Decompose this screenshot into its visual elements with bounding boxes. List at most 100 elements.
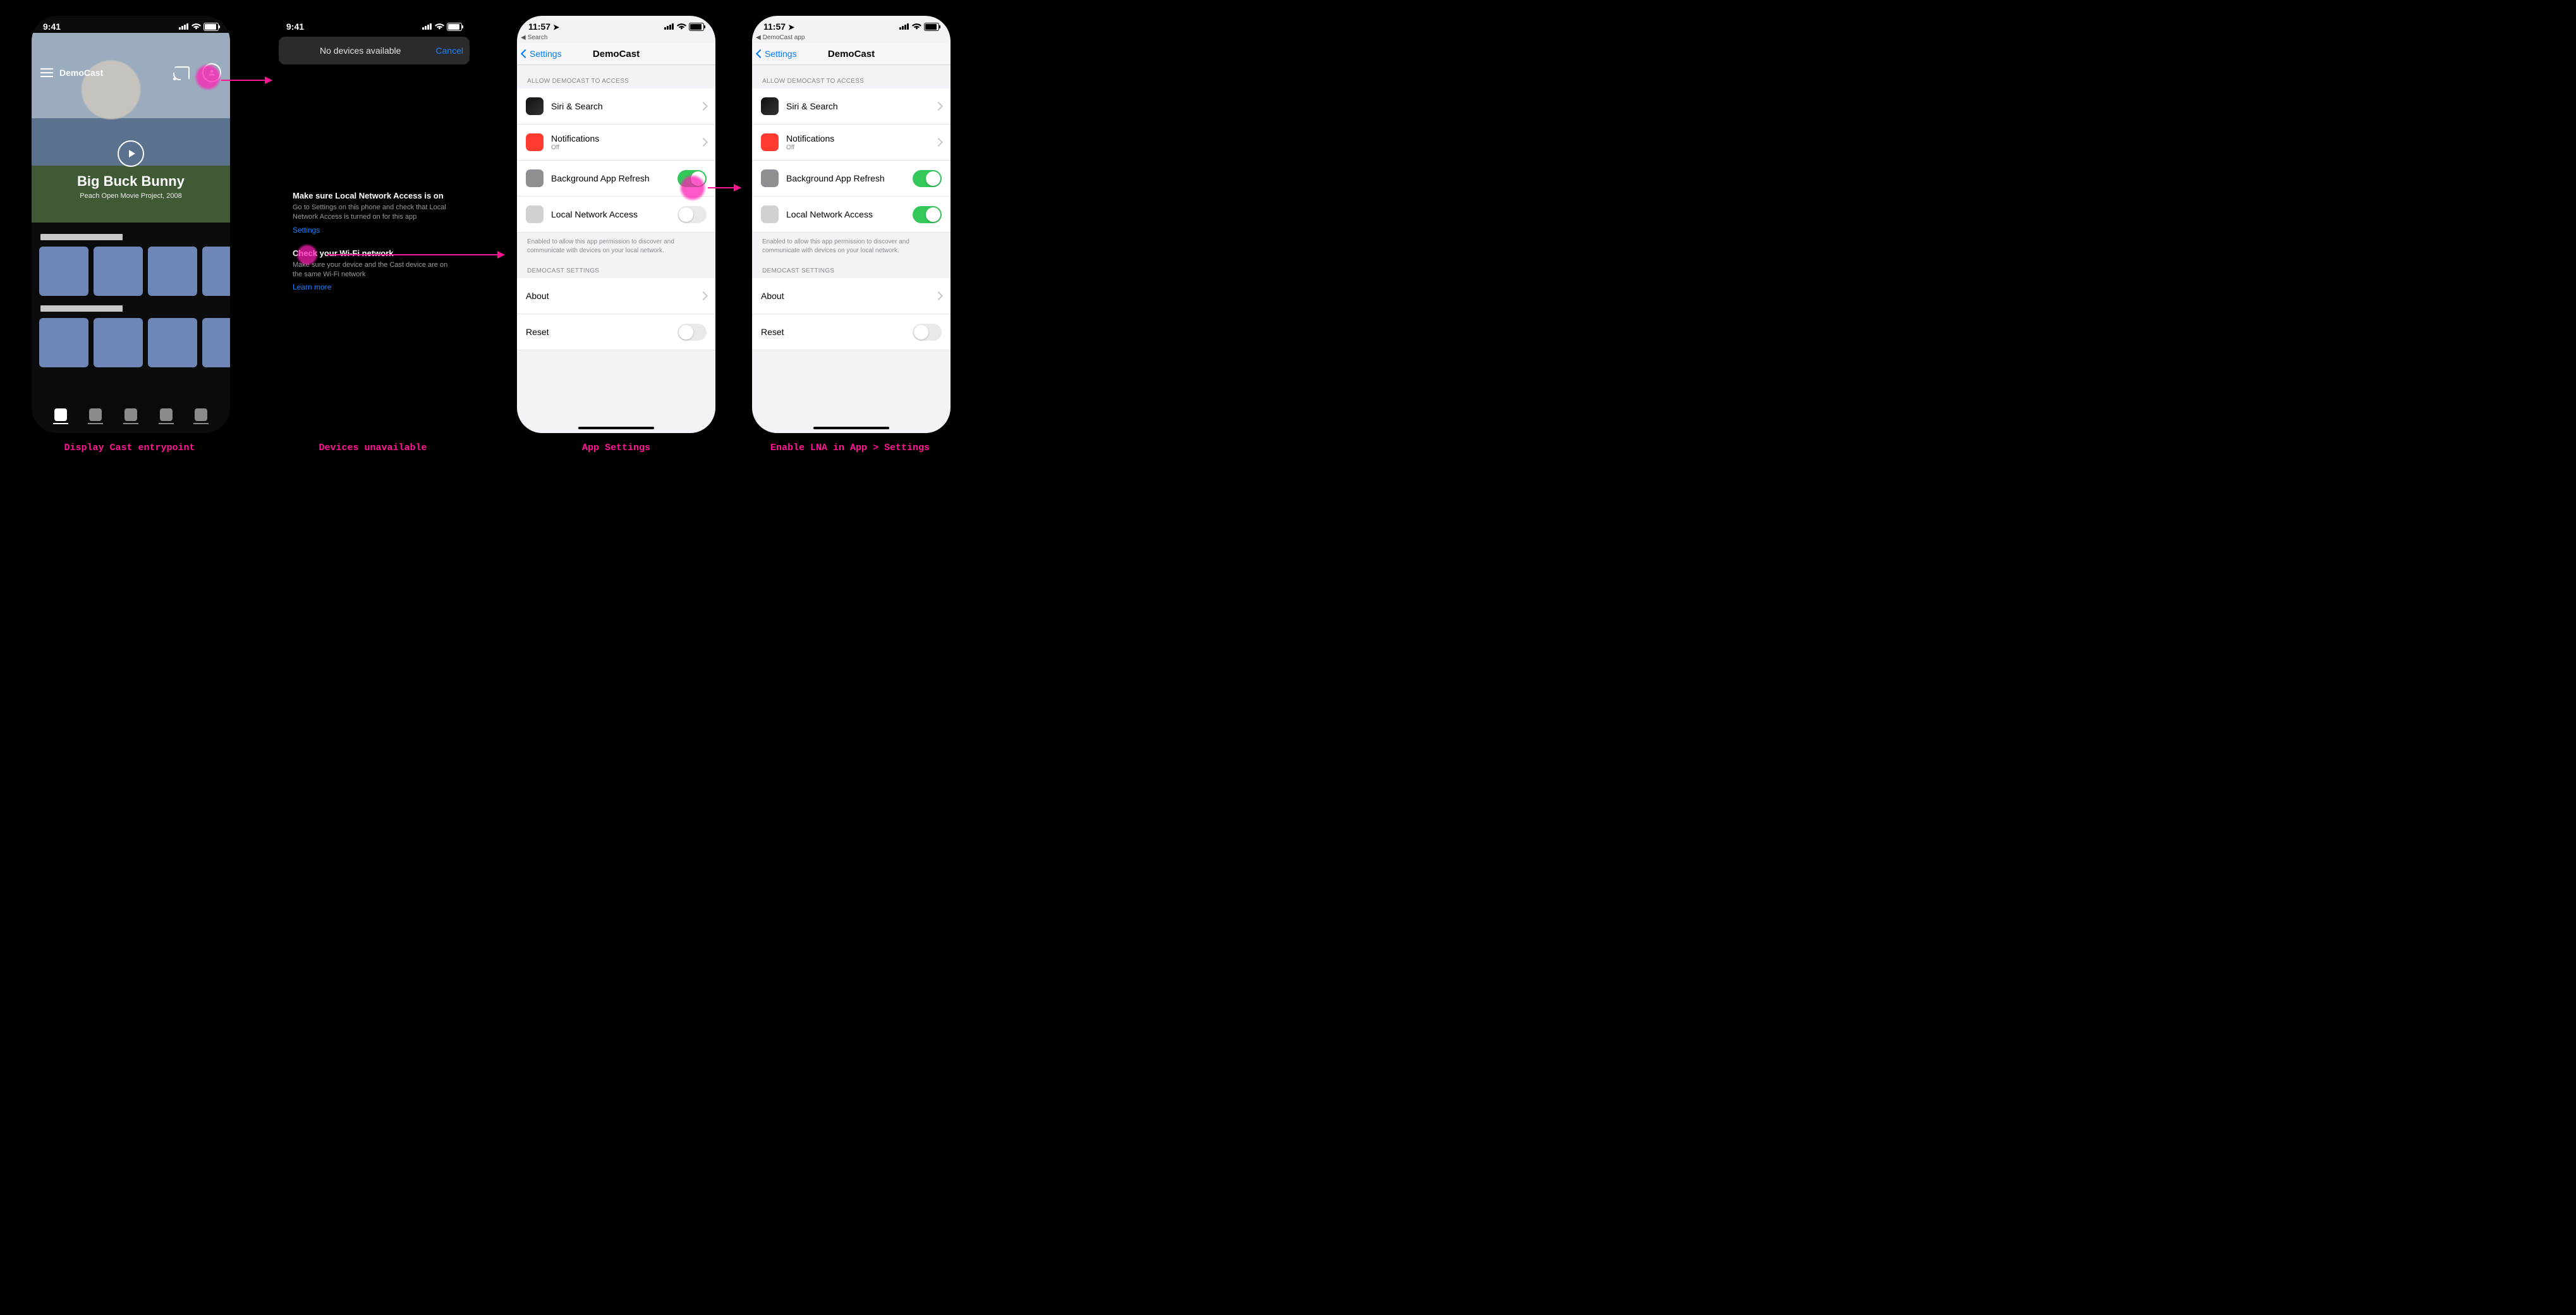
flow-arrow-3 bbox=[708, 187, 741, 188]
cell-bg-refresh: Background App Refresh bbox=[517, 161, 715, 197]
back-button[interactable]: Settings bbox=[757, 49, 797, 59]
home-indicator[interactable] bbox=[813, 427, 889, 429]
cell-label: Background App Refresh bbox=[786, 173, 913, 183]
lna-footnote: Enabled to allow this app permission to … bbox=[752, 233, 951, 255]
chevron-left-icon bbox=[521, 49, 530, 58]
hero-title: Big Buck Bunny bbox=[32, 173, 230, 190]
media-tile[interactable] bbox=[94, 247, 143, 296]
media-tile[interactable] bbox=[39, 247, 88, 296]
tab-item[interactable] bbox=[123, 408, 138, 424]
section-header-allow: ALLOW DEMOCAST TO ACCESS bbox=[517, 65, 715, 89]
cell-local-network-access: Local Network Access bbox=[517, 197, 715, 233]
person-icon bbox=[207, 68, 216, 77]
sheet-title: No devices available bbox=[285, 46, 435, 56]
toggle-lna-off[interactable] bbox=[677, 206, 707, 223]
tip-wifi-body: Make sure your device and the Cast devic… bbox=[293, 260, 456, 279]
back-label: Settings bbox=[765, 49, 797, 59]
cell-label: Local Network Access bbox=[551, 209, 677, 219]
cell-about[interactable]: About bbox=[517, 278, 715, 314]
screen-app-settings-before: 11:57➤ ◀Search Settings DemoCast ALLOW D… bbox=[517, 16, 715, 433]
chevron-right-icon bbox=[699, 138, 708, 147]
toggle-bg-refresh[interactable] bbox=[913, 170, 942, 187]
tab-item[interactable] bbox=[53, 408, 68, 424]
tip-wifi-title: Check your Wi-Fi network bbox=[293, 248, 456, 258]
gear-icon bbox=[526, 169, 544, 187]
media-tile[interactable] bbox=[148, 318, 197, 367]
tab-item[interactable] bbox=[159, 408, 174, 424]
media-tile[interactable] bbox=[202, 318, 230, 367]
tab-item[interactable] bbox=[193, 408, 209, 424]
breadcrumb[interactable]: ◀DemoCast app bbox=[752, 33, 951, 43]
cellular-icon bbox=[664, 23, 674, 30]
play-button[interactable] bbox=[118, 140, 144, 167]
chevron-right-icon bbox=[699, 102, 708, 111]
cellular-icon bbox=[422, 23, 432, 30]
wifi-icon bbox=[435, 23, 444, 30]
cancel-button[interactable]: Cancel bbox=[435, 46, 463, 56]
tile-row[interactable] bbox=[32, 318, 230, 367]
caption-3: App Settings bbox=[512, 443, 720, 453]
location-icon: ➤ bbox=[788, 23, 794, 32]
home-indicator[interactable] bbox=[578, 427, 654, 429]
status-time: 11:57 bbox=[528, 21, 550, 32]
toggle-bg-refresh[interactable] bbox=[677, 170, 707, 187]
cell-siri[interactable]: Siri & Search bbox=[517, 89, 715, 125]
tile-row[interactable] bbox=[32, 247, 230, 296]
learn-more-link[interactable]: Learn more bbox=[293, 283, 331, 291]
battery-icon bbox=[924, 23, 939, 31]
cell-label: Reset bbox=[526, 327, 677, 337]
cell-label: Local Network Access bbox=[786, 209, 913, 219]
toggle-lna-on[interactable] bbox=[913, 206, 942, 223]
chevron-right-icon bbox=[934, 102, 943, 111]
breadcrumb-label: DemoCast app bbox=[763, 34, 805, 41]
flow-arrow-2 bbox=[327, 254, 504, 255]
caption-4: Enable LNA in App > Settings bbox=[746, 443, 954, 453]
section-header-allow: ALLOW DEMOCAST TO ACCESS bbox=[752, 65, 951, 89]
breadcrumb[interactable]: ◀Search bbox=[517, 33, 715, 43]
cell-label: Siri & Search bbox=[786, 101, 935, 111]
cell-label: Notifications bbox=[551, 133, 599, 144]
media-tile[interactable] bbox=[148, 247, 197, 296]
status-time: 9:41 bbox=[43, 21, 61, 32]
cell-label: Reset bbox=[761, 327, 913, 337]
back-button[interactable]: Settings bbox=[522, 49, 562, 59]
media-tile[interactable] bbox=[39, 318, 88, 367]
network-icon bbox=[761, 205, 779, 223]
tip-lna-title: Make sure Local Network Access is on bbox=[293, 191, 456, 200]
cell-siri[interactable]: Siri & Search bbox=[752, 89, 951, 125]
tip-lna-body: Go to Settings on this phone and check t… bbox=[293, 203, 456, 222]
profile-button[interactable] bbox=[202, 63, 221, 82]
media-tile[interactable] bbox=[94, 318, 143, 367]
section-heading-placeholder bbox=[40, 234, 123, 240]
status-time: 11:57 bbox=[763, 21, 786, 32]
cast-icon[interactable] bbox=[174, 66, 190, 79]
cell-about[interactable]: About bbox=[752, 278, 951, 314]
back-label: Settings bbox=[530, 49, 562, 59]
siri-icon bbox=[526, 97, 544, 115]
network-icon bbox=[526, 205, 544, 223]
cellular-icon bbox=[179, 23, 189, 30]
toggle-reset[interactable] bbox=[913, 324, 942, 341]
location-icon: ➤ bbox=[553, 23, 559, 32]
wifi-icon bbox=[912, 23, 921, 30]
nav-header: Settings DemoCast bbox=[517, 43, 715, 65]
cell-notifications[interactable]: NotificationsOff bbox=[517, 125, 715, 161]
page-title: DemoCast bbox=[828, 49, 875, 59]
caption-2: Devices unavailable bbox=[269, 443, 477, 453]
menu-icon[interactable] bbox=[40, 72, 53, 73]
status-time: 9:41 bbox=[286, 21, 304, 32]
settings-link[interactable]: Settings bbox=[293, 226, 320, 235]
diagram-canvas: 9:41 DemoCast Big Buck Bunny Pea bbox=[0, 0, 973, 496]
toggle-reset[interactable] bbox=[677, 324, 707, 341]
cell-label: About bbox=[526, 291, 700, 301]
cell-reset: Reset bbox=[517, 314, 715, 350]
tab-item[interactable] bbox=[88, 408, 103, 424]
media-tile[interactable] bbox=[202, 247, 230, 296]
battery-icon bbox=[689, 23, 704, 31]
app-title: DemoCast bbox=[59, 68, 103, 78]
gear-icon bbox=[761, 169, 779, 187]
cell-notifications[interactable]: NotificationsOff bbox=[752, 125, 951, 161]
cast-sheet-header: No devices available Cancel bbox=[279, 37, 470, 64]
chevron-right-icon bbox=[699, 291, 708, 300]
battery-icon bbox=[447, 23, 462, 31]
